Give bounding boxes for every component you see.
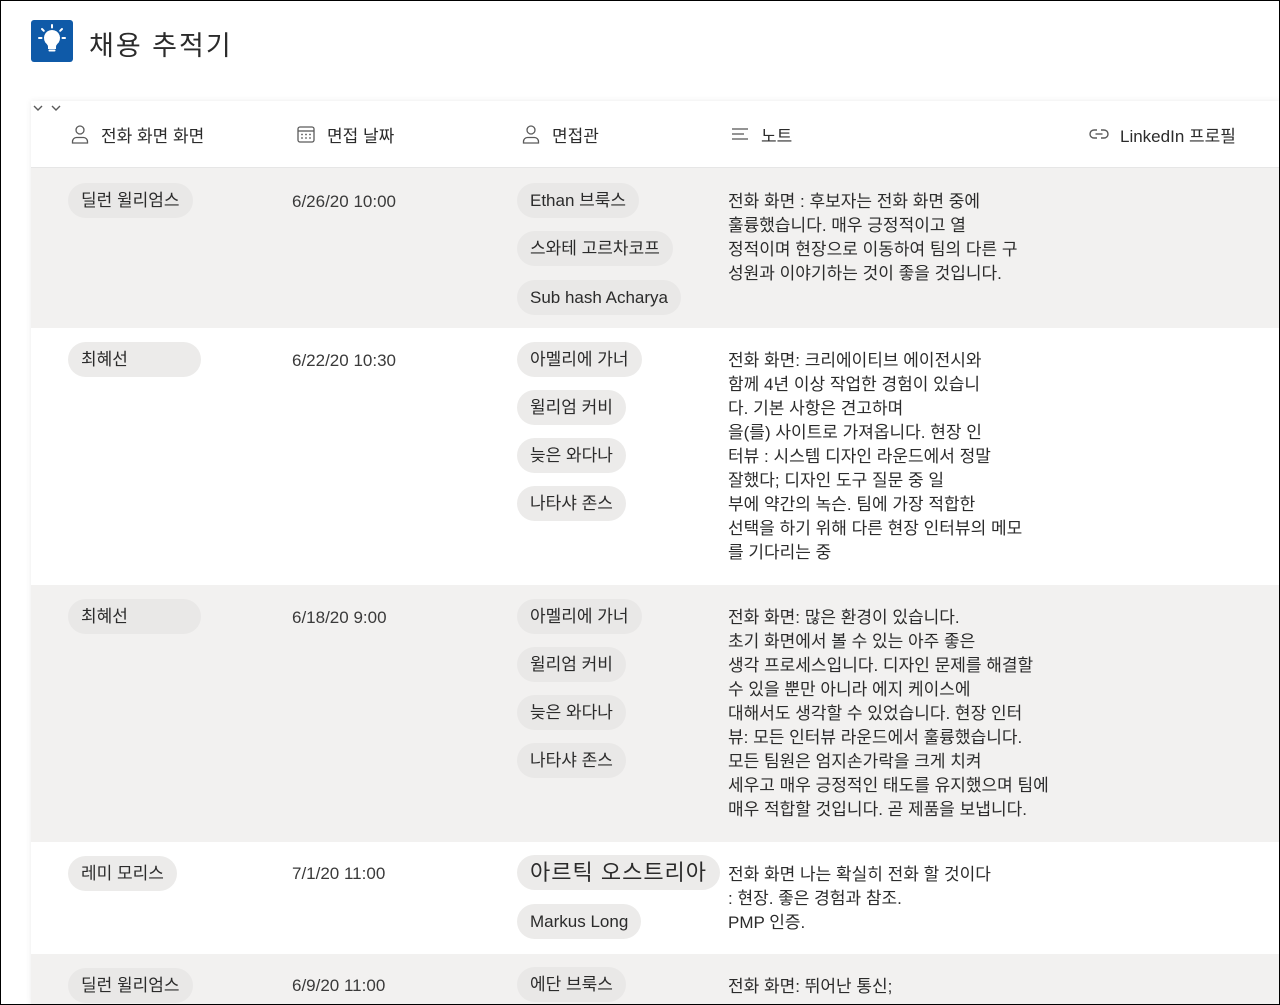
candidate-pill[interactable]: 레미 모리스	[68, 856, 177, 891]
column-header-linkedin[interactable]: LinkedIn 프로필	[1088, 101, 1236, 167]
interviewer-pill[interactable]: Sub hash Acharya	[517, 280, 681, 315]
interview-date: 6/26/20 10:00	[292, 192, 396, 211]
candidate-pill[interactable]: 최혜선	[68, 342, 201, 377]
app-title: 채용 추적기	[89, 31, 233, 61]
chevron-down-icon[interactable]	[49, 102, 63, 119]
column-header-label: 노트	[761, 126, 793, 146]
note-text: 전화 화면: 많은 환경이 있습니다. 초기 화면에서 볼 수 있는 아주 좋은…	[728, 608, 1049, 819]
column-header-label: 면접 날짜	[327, 126, 395, 146]
column-header-label: LinkedIn 프로필	[1120, 126, 1236, 146]
interviewer-pill[interactable]: Ethan 브룩스	[517, 183, 640, 218]
candidate-pill[interactable]: 최혜선	[68, 599, 201, 634]
table-row[interactable]: 최혜선 6/22/20 10:30 아멜리에 가너 윌리엄 커비 늦은 와다나 …	[31, 328, 1280, 585]
table-row[interactable]: 최혜선 6/18/20 9:00 아멜리에 가너 윌리엄 커비 늦은 와다나 나…	[31, 585, 1280, 842]
tracker-grid: 전화 화면 화면 면접 날짜 면접관 노트 LinkedIn 프로필 딜런 윌리…	[31, 101, 1280, 1005]
interviewer-pill[interactable]: Markus Long	[517, 904, 642, 939]
person-icon	[69, 123, 91, 145]
interviewer-pill[interactable]: 아멜리에 가너	[517, 342, 642, 377]
chevron-down-icon[interactable]	[31, 102, 49, 119]
interviewer-pill[interactable]: 늦은 와다나	[517, 695, 626, 730]
calendar-icon	[295, 123, 317, 145]
column-header-interviewers[interactable]: 면접관	[520, 101, 599, 167]
column-header-candidate[interactable]: 전화 화면 화면	[69, 101, 204, 167]
interview-date: 6/9/20 11:00	[292, 976, 386, 995]
link-icon	[1088, 123, 1110, 145]
interview-date: 6/18/20 9:00	[292, 608, 387, 627]
candidate-pill[interactable]: 딜런 윌리엄스	[68, 183, 193, 218]
person-icon	[520, 123, 542, 145]
column-header-label: 전화 화면 화면	[101, 126, 205, 146]
interviewer-pill[interactable]: 윌리엄 커비	[517, 390, 626, 425]
interviewer-pill[interactable]: 늦은 와다나	[517, 438, 626, 473]
interview-date: 6/22/20 10:30	[292, 351, 396, 370]
app-header: 채용 추적기	[0, 0, 1280, 100]
interviewer-pill[interactable]: 에단 브룩스	[517, 967, 626, 1002]
candidate-pill[interactable]: 딜런 윌리엄스	[68, 968, 193, 1003]
lines-icon	[729, 123, 751, 145]
note-text: 전화 화면 나는 확실히 전화 할 것이다 : 현장. 좋은 경험과 참조. P…	[728, 865, 991, 932]
table-row[interactable]: 딜런 윌리엄스 6/9/20 11:00 에단 브룩스 전화 화면: 뛰어난 통…	[31, 954, 1280, 1005]
interviewer-pill[interactable]: 스와테 고르차코프	[517, 231, 673, 266]
note-text: 전화 화면: 크리에이티브 에이전시와 함께 4년 이상 작업한 경험이 있습니…	[728, 351, 1023, 562]
column-header-notes[interactable]: 노트	[729, 101, 792, 167]
column-header-interview-date[interactable]: 면접 날짜	[295, 101, 394, 167]
interviewer-pill[interactable]: 나타샤 존스	[517, 743, 626, 778]
table-row[interactable]: 레미 모리스 7/1/20 11:00 아르틱 오스트리아 Markus Lon…	[31, 842, 1280, 954]
interviewer-pill[interactable]: 아르틱 오스트리아	[517, 855, 721, 890]
note-text: 전화 화면: 뛰어난 통신;	[728, 977, 893, 996]
interviewer-pill[interactable]: 윌리엄 커비	[517, 647, 626, 682]
note-text: 전화 화면 : 후보자는 전화 화면 중에 훌륭했습니다. 매우 긍정적이고 열…	[728, 192, 1018, 283]
interviewer-pill[interactable]: 나타샤 존스	[517, 486, 626, 521]
interview-date: 7/1/20 11:00	[292, 864, 386, 883]
lightbulb-icon	[31, 20, 73, 62]
column-header-bar: 전화 화면 화면 면접 날짜 면접관 노트 LinkedIn 프로필	[31, 101, 1280, 168]
table-row[interactable]: 딜런 윌리엄스 6/26/20 10:00 Ethan 브룩스 스와테 고르차코…	[31, 168, 1280, 328]
interviewer-pill[interactable]: 아멜리에 가너	[517, 599, 642, 634]
column-header-label: 면접관	[552, 126, 599, 146]
